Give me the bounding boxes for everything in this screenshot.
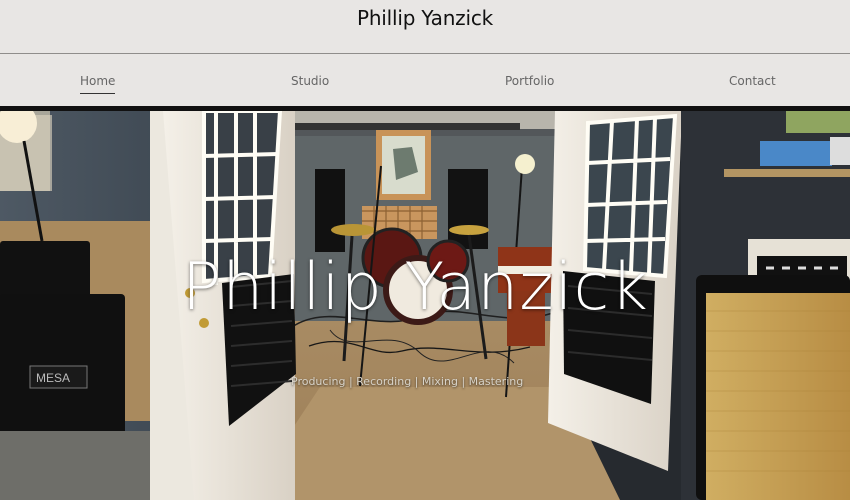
- nav-item-portfolio[interactable]: Portfolio: [505, 73, 554, 89]
- website-page: Phillip Yanzick Home Studio Portfolio Co…: [0, 0, 850, 500]
- nav-item-home[interactable]: Home: [80, 73, 116, 94]
- hero-services: Producing | Recording | Mixing | Masteri…: [291, 375, 524, 388]
- main-navigation: Home Studio Portfolio Contact: [0, 55, 850, 106]
- site-header: Phillip Yanzick: [0, 0, 850, 54]
- nav-item-studio[interactable]: Studio: [291, 73, 329, 89]
- hero-title: Phillip Yanzick: [182, 250, 649, 325]
- hero-section: MESA Phillip Yanzick Producing | Recordi…: [0, 111, 850, 500]
- site-title: Phillip Yanzick: [356, 6, 494, 30]
- nav-item-contact[interactable]: Contact: [729, 73, 776, 89]
- svg-text:MESA: MESA: [36, 371, 70, 385]
